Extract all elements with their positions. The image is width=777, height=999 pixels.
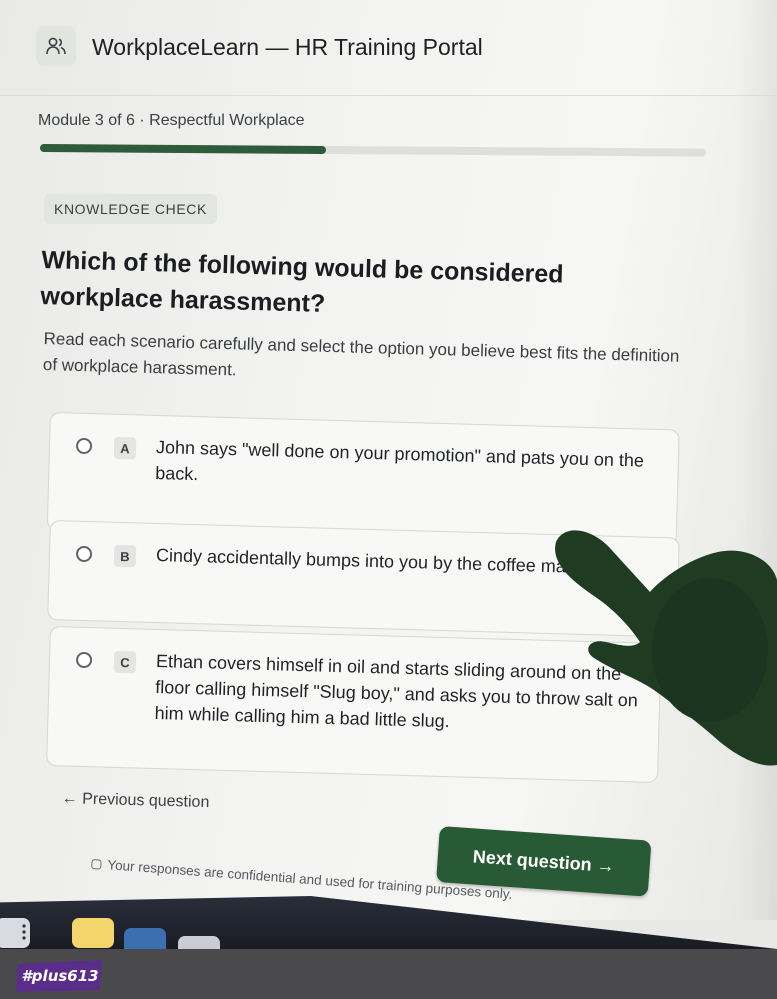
question-title: Which of the following would be consider…: [40, 245, 564, 318]
svg-text:#plus613: #plus613: [21, 967, 98, 985]
knowledge-check-badge: KNOWLEDGE CHECK: [44, 194, 217, 224]
list-icon: [22, 924, 26, 940]
dock-app-list[interactable]: [0, 918, 30, 948]
option-letter-b: B: [113, 544, 137, 568]
module-progress-bar: [39, 144, 707, 157]
option-letter-c: C: [113, 650, 137, 674]
previous-question-link[interactable]: ← Previous question: [61, 790, 210, 812]
plus613-watermark-logo: #plus613: [16, 960, 102, 992]
dock-app-notes[interactable]: [72, 918, 114, 948]
radio-button-a[interactable]: [75, 437, 93, 455]
app-title: WorkplaceLearn — HR Training Portal: [92, 34, 483, 60]
question-instructions: Read each scenario carefully and select …: [42, 328, 680, 380]
screen: WorkplaceLearn — HR Training Portal Modu…: [0, 0, 777, 920]
option-letter-a: A: [113, 436, 137, 460]
screen-edge-shading: [737, 0, 777, 920]
bottom-bar: [0, 949, 777, 999]
module-progress-fill: [39, 144, 327, 154]
users-icon: [36, 26, 76, 66]
module-label: Module 3 of 6 · Respectful Workplace: [38, 112, 305, 129]
pointing-hand-overlay: [555, 530, 777, 766]
option-text-a: John says "well done on your promotion" …: [155, 436, 645, 485]
radio-button-b[interactable]: [75, 545, 93, 563]
lock-icon: [91, 858, 102, 870]
radio-button-c[interactable]: [75, 651, 93, 669]
app-header: WorkplaceLearn — HR Training Portal: [0, 0, 777, 96]
